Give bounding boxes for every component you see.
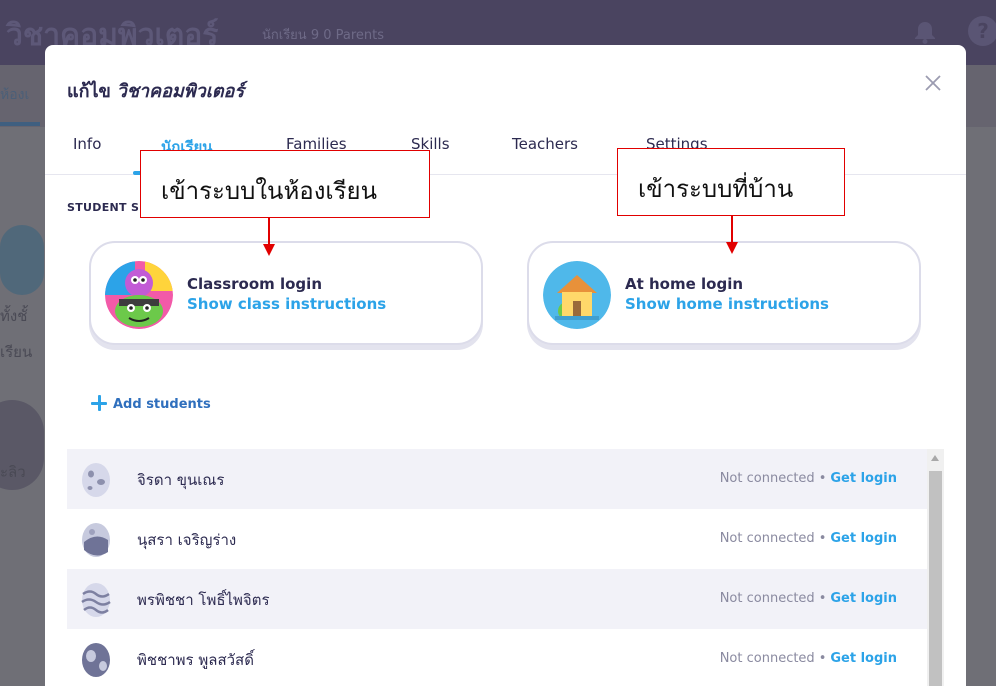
background-side-text: ทั้งชั้ เรียน (0, 307, 33, 361)
egg-icon (82, 523, 110, 557)
modal-title-lead: แก้ไข (67, 81, 111, 102)
egg-icon (82, 463, 110, 497)
student-list: จิรดา ขุนเณร Not connected • Get login นุส… (67, 449, 927, 686)
background-mascot (0, 225, 44, 295)
get-login-link[interactable]: Get login (830, 471, 897, 486)
student-status: Not connected • Get login (720, 651, 897, 666)
home-annotation-label: เข้าระบบที่บ้าน (638, 175, 794, 203)
status-separator: • (818, 591, 827, 606)
student-name: นุสรา เจริญร่าง (137, 531, 237, 549)
egg-icon (82, 643, 110, 677)
student-name: จิรดา ขุนเณร (137, 471, 225, 489)
student-row[interactable]: พรพิชชา โพธิ์ไพจิตร Not connected • Get lo… (67, 569, 927, 629)
status-separator: • (818, 651, 827, 666)
student-status: Not connected • Get login (720, 591, 897, 606)
home-login-card[interactable]: At home login Show home instructions (527, 241, 921, 345)
student-row[interactable]: พิชชาพร พูลสวัสดิ์ Not connected • Get log… (67, 629, 927, 686)
background-class-meta: นักเรียน 9 0 Parents (262, 28, 385, 43)
classroom-annotation-label: เข้าระบบในห้องเรียน (161, 177, 377, 205)
add-students-label: Add students (113, 397, 211, 412)
show-class-instructions-link[interactable]: Show class instructions (187, 295, 386, 313)
help-icon[interactable]: ? (968, 16, 996, 46)
home-login-title: At home login (625, 275, 744, 293)
tab-info[interactable]: Info (73, 135, 101, 153)
get-login-link[interactable]: Get login (830, 651, 897, 666)
classroom-login-card[interactable]: Classroom login Show class instructions (89, 241, 483, 345)
tab-teachers[interactable]: Teachers (512, 135, 578, 153)
background-side-text-2: ะลิว (0, 463, 26, 481)
home-annotation-box: เข้าระบบที่บ้าน (617, 148, 845, 216)
modal-title: แก้ไข วิชาคอมพิวเตอร์ (67, 76, 244, 105)
bell-icon[interactable] (914, 20, 936, 44)
monsters-icon (105, 261, 173, 329)
student-row[interactable]: จิรดา ขุนเณร Not connected • Get login (67, 449, 927, 509)
close-icon[interactable] (923, 73, 943, 93)
student-status: Not connected • Get login (720, 471, 897, 486)
status-separator: • (818, 531, 827, 546)
background-subtab: ห้องเ (0, 87, 30, 103)
student-name: พรพิชชา โพธิ์ไพจิตร (137, 591, 270, 609)
scrollbar-thumb[interactable] (929, 471, 942, 686)
show-home-instructions-link[interactable]: Show home instructions (625, 295, 829, 313)
house-icon (543, 261, 611, 329)
get-login-link[interactable]: Get login (830, 531, 897, 546)
plus-icon (91, 395, 107, 411)
add-students-button[interactable]: Add students (91, 395, 211, 412)
classroom-login-title: Classroom login (187, 275, 322, 293)
modal-title-class: วิชาคอมพิวเตอร์ (116, 81, 245, 102)
background-subtab-underline (0, 122, 40, 126)
get-login-link[interactable]: Get login (830, 591, 897, 606)
connection-status: Not connected (719, 531, 815, 546)
connection-status: Not connected (719, 651, 815, 666)
connection-status: Not connected (719, 471, 815, 486)
scroll-up-arrow-icon[interactable] (931, 455, 939, 461)
status-separator: • (818, 471, 827, 486)
student-name: พิชชาพร พูลสวัสดิ์ (137, 651, 254, 669)
classroom-annotation-box: เข้าระบบในห้องเรียน (140, 150, 430, 218)
egg-icon (81, 583, 111, 617)
edit-class-modal: แก้ไข วิชาคอมพิวเตอร์ Info นักเรียน Fami… (45, 45, 966, 686)
student-status: Not connected • Get login (720, 531, 897, 546)
student-row[interactable]: นุสรา เจริญร่าง Not connected • Get login (67, 509, 927, 569)
section-label: STUDENT S (67, 201, 140, 214)
student-list-scrollbar[interactable] (927, 449, 944, 686)
connection-status: Not connected (719, 591, 815, 606)
